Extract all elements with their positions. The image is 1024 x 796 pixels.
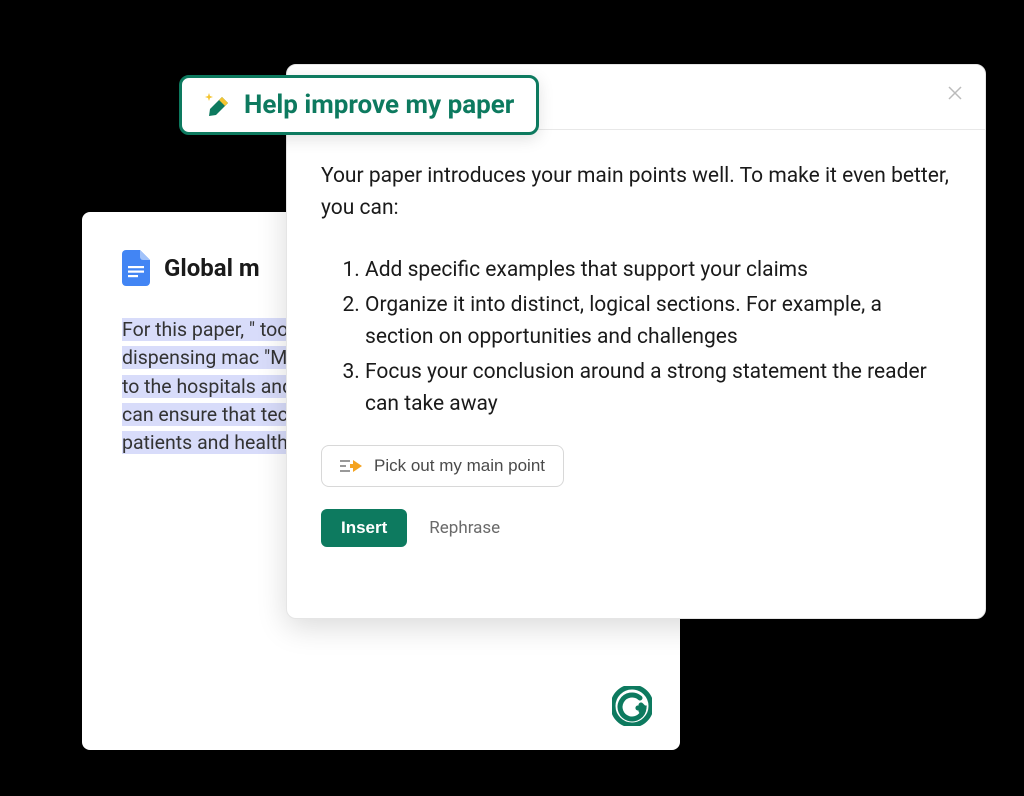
rephrase-link[interactable]: Rephrase <box>429 518 500 538</box>
highlight-arrow-icon <box>340 457 362 475</box>
close-icon <box>947 85 963 101</box>
insert-button[interactable]: Insert <box>321 509 407 547</box>
suggestion-item: Focus your conclusion around a strong st… <box>365 356 951 421</box>
close-button[interactable] <box>945 83 965 103</box>
assistant-panel: Help improve my paper Your paper introdu… <box>286 64 986 619</box>
suggestions-list: Add specific examples that support your … <box>321 254 951 421</box>
suggestion-item: Add specific examples that support your … <box>365 254 951 287</box>
pick-button-label: Pick out my main point <box>374 456 545 476</box>
intro-text: Your paper introduces your main points w… <box>321 161 951 224</box>
title-tab-label: Help improve my paper <box>244 90 514 120</box>
panel-content: Your paper introduces your main points w… <box>287 65 985 581</box>
grammarly-logo-icon[interactable] <box>612 686 652 726</box>
suggestion-item: Organize it into distinct, logical secti… <box>365 289 951 354</box>
pick-main-point-button[interactable]: Pick out my main point <box>321 445 564 487</box>
title-tab[interactable]: Help improve my paper <box>179 75 539 135</box>
action-row: Insert Rephrase <box>321 509 951 547</box>
document-title: Global m <box>164 254 260 282</box>
google-docs-icon <box>122 250 150 286</box>
pencil-sparkle-icon <box>204 91 232 119</box>
